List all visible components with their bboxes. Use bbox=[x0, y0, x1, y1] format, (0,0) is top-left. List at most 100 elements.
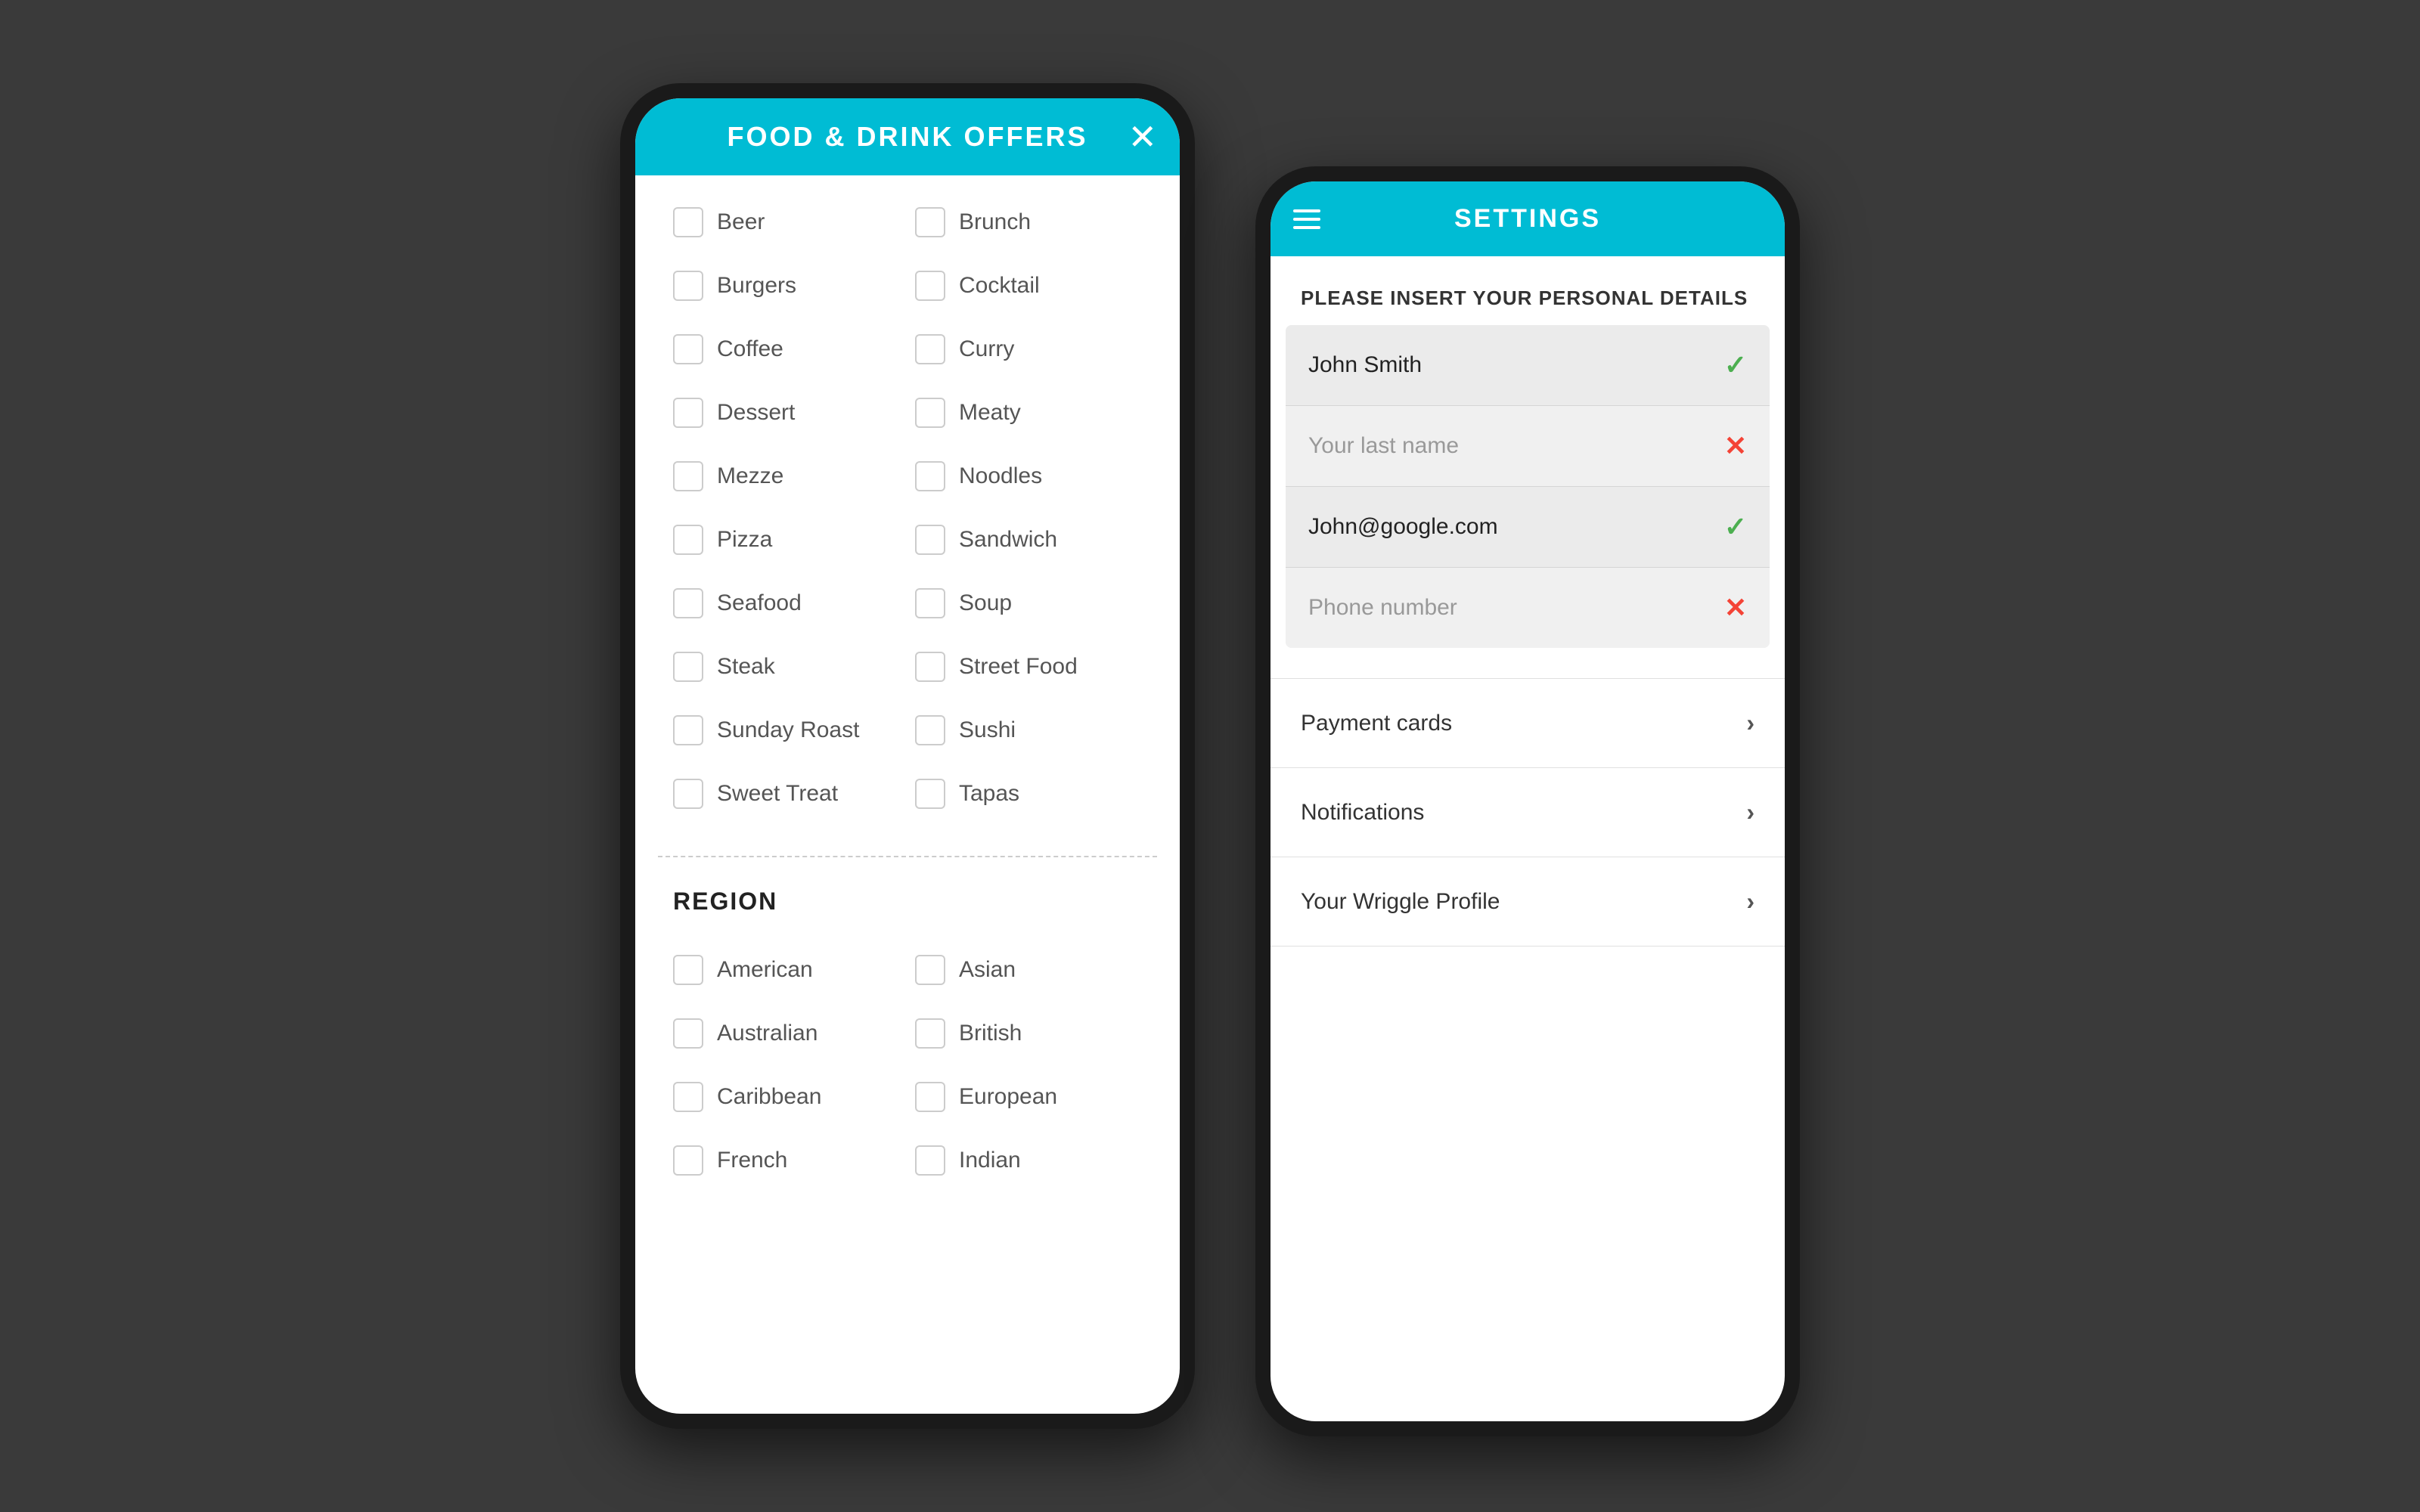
food-label: Steak bbox=[717, 654, 775, 680]
food-checkbox[interactable] bbox=[915, 525, 945, 555]
food-item[interactable]: Sunday Roast bbox=[666, 699, 908, 762]
food-checkbox[interactable] bbox=[915, 271, 945, 301]
food-checkbox[interactable] bbox=[673, 334, 703, 364]
valid-icon: ✓ bbox=[1724, 511, 1747, 543]
settings-menu-item-0[interactable]: Payment cards › bbox=[1270, 679, 1785, 768]
region-item[interactable]: European bbox=[908, 1065, 1150, 1129]
region-item[interactable]: French bbox=[666, 1129, 908, 1192]
food-checkbox[interactable] bbox=[915, 779, 945, 809]
phone-food-drink: FOOD & DRINK OFFERS ✕ BeerBrunchBurgersC… bbox=[620, 83, 1195, 1429]
food-item[interactable]: Curry bbox=[908, 318, 1150, 381]
food-label: Mezze bbox=[717, 463, 783, 489]
settings-menu-label: Notifications bbox=[1301, 800, 1424, 826]
field-row[interactable]: John Smith ✓ bbox=[1286, 325, 1770, 406]
food-item[interactable]: Coffee bbox=[666, 318, 908, 381]
food-item[interactable]: Tapas bbox=[908, 762, 1150, 826]
food-item[interactable]: Brunch bbox=[908, 191, 1150, 254]
food-label: Curry bbox=[959, 336, 1014, 362]
food-item[interactable]: Sushi bbox=[908, 699, 1150, 762]
food-label: Beer bbox=[717, 209, 765, 235]
food-label: Brunch bbox=[959, 209, 1031, 235]
food-checkbox[interactable] bbox=[915, 207, 945, 237]
food-checkbox[interactable] bbox=[915, 715, 945, 745]
food-item[interactable]: Noodles bbox=[908, 445, 1150, 508]
food-item[interactable]: Beer bbox=[666, 191, 908, 254]
chevron-right-icon: › bbox=[1746, 709, 1754, 737]
field-text: John Smith bbox=[1308, 352, 1422, 378]
region-label: American bbox=[717, 957, 813, 983]
region-heading: REGION bbox=[635, 872, 1180, 923]
food-item[interactable]: Steak bbox=[666, 635, 908, 699]
region-checkbox[interactable] bbox=[915, 1018, 945, 1049]
settings-menu-label: Your Wriggle Profile bbox=[1301, 889, 1500, 915]
food-label: Meaty bbox=[959, 400, 1021, 426]
food-checkbox[interactable] bbox=[915, 398, 945, 428]
food-label: Pizza bbox=[717, 527, 772, 553]
food-checkbox[interactable] bbox=[673, 398, 703, 428]
field-text: Your last name bbox=[1308, 433, 1459, 459]
region-item[interactable]: Asian bbox=[908, 938, 1150, 1002]
settings-menu-label: Payment cards bbox=[1301, 711, 1452, 736]
region-item[interactable]: Caribbean bbox=[666, 1065, 908, 1129]
food-checkbox[interactable] bbox=[915, 652, 945, 682]
food-item[interactable]: Seafood bbox=[666, 572, 908, 635]
food-label: Sweet Treat bbox=[717, 781, 838, 807]
food-checkbox[interactable] bbox=[673, 461, 703, 491]
food-item[interactable]: Burgers bbox=[666, 254, 908, 318]
food-label: Sushi bbox=[959, 717, 1016, 743]
field-row[interactable]: John@google.com ✓ bbox=[1286, 487, 1770, 568]
region-item[interactable]: American bbox=[666, 938, 908, 1002]
field-text: Phone number bbox=[1308, 595, 1457, 621]
food-checkbox[interactable] bbox=[673, 779, 703, 809]
food-item[interactable]: Dessert bbox=[666, 381, 908, 445]
region-label: Indian bbox=[959, 1148, 1021, 1173]
food-item[interactable]: Pizza bbox=[666, 508, 908, 572]
region-checkbox[interactable] bbox=[673, 955, 703, 985]
field-row[interactable]: Your last name ✕ bbox=[1286, 406, 1770, 487]
region-grid: American AsianAustralianBritish Caribbean E… bbox=[666, 938, 1150, 1192]
food-item[interactable]: Sweet Treat bbox=[666, 762, 908, 826]
valid-icon: ✓ bbox=[1724, 349, 1747, 381]
hamburger-menu-icon[interactable] bbox=[1293, 209, 1320, 229]
food-item[interactable]: Meaty bbox=[908, 381, 1150, 445]
region-item[interactable]: Australian bbox=[666, 1002, 908, 1065]
settings-menu-item-1[interactable]: Notifications › bbox=[1270, 768, 1785, 857]
food-checkbox[interactable] bbox=[673, 525, 703, 555]
phone-settings: SETTINGS PLEASE INSERT YOUR PERSONAL DET… bbox=[1255, 166, 1800, 1436]
food-item[interactable]: Cocktail bbox=[908, 254, 1150, 318]
food-item[interactable]: Soup bbox=[908, 572, 1150, 635]
region-label: Caribbean bbox=[717, 1084, 821, 1110]
close-button[interactable]: ✕ bbox=[1128, 119, 1157, 154]
food-checkbox[interactable] bbox=[915, 334, 945, 364]
food-checkbox[interactable] bbox=[915, 461, 945, 491]
food-item[interactable]: Mezze bbox=[666, 445, 908, 508]
settings-menu-item-2[interactable]: Your Wriggle Profile › bbox=[1270, 857, 1785, 947]
food-label: Noodles bbox=[959, 463, 1042, 489]
food-checkbox[interactable] bbox=[673, 715, 703, 745]
region-checkbox[interactable] bbox=[915, 1145, 945, 1176]
food-grid: Beer Brunch BurgersCocktail Coffee Curry Dess… bbox=[666, 191, 1150, 826]
region-item[interactable]: Indian bbox=[908, 1129, 1150, 1192]
region-checkbox[interactable] bbox=[915, 955, 945, 985]
food-checkbox[interactable] bbox=[673, 652, 703, 682]
food-checkbox[interactable] bbox=[673, 271, 703, 301]
region-item[interactable]: British bbox=[908, 1002, 1150, 1065]
food-item[interactable]: Street Food bbox=[908, 635, 1150, 699]
food-label: Coffee bbox=[717, 336, 783, 362]
food-drink-title: FOOD & DRINK OFFERS bbox=[728, 121, 1088, 153]
personal-details-fields: John Smith ✓ Your last name ✕ John@googl… bbox=[1286, 325, 1770, 648]
food-checkbox[interactable] bbox=[673, 207, 703, 237]
region-checkbox[interactable] bbox=[915, 1082, 945, 1112]
region-checkbox[interactable] bbox=[673, 1018, 703, 1049]
food-checkbox[interactable] bbox=[915, 588, 945, 618]
section-divider bbox=[658, 856, 1157, 857]
region-checkbox[interactable] bbox=[673, 1145, 703, 1176]
food-checkbox[interactable] bbox=[673, 588, 703, 618]
chevron-right-icon: › bbox=[1746, 798, 1754, 826]
region-checkbox[interactable] bbox=[673, 1082, 703, 1112]
field-row[interactable]: Phone number ✕ bbox=[1286, 568, 1770, 648]
settings-title: SETTINGS bbox=[1454, 204, 1601, 234]
invalid-icon: ✕ bbox=[1724, 430, 1747, 462]
food-item[interactable]: Sandwich bbox=[908, 508, 1150, 572]
food-label: Seafood bbox=[717, 590, 802, 616]
